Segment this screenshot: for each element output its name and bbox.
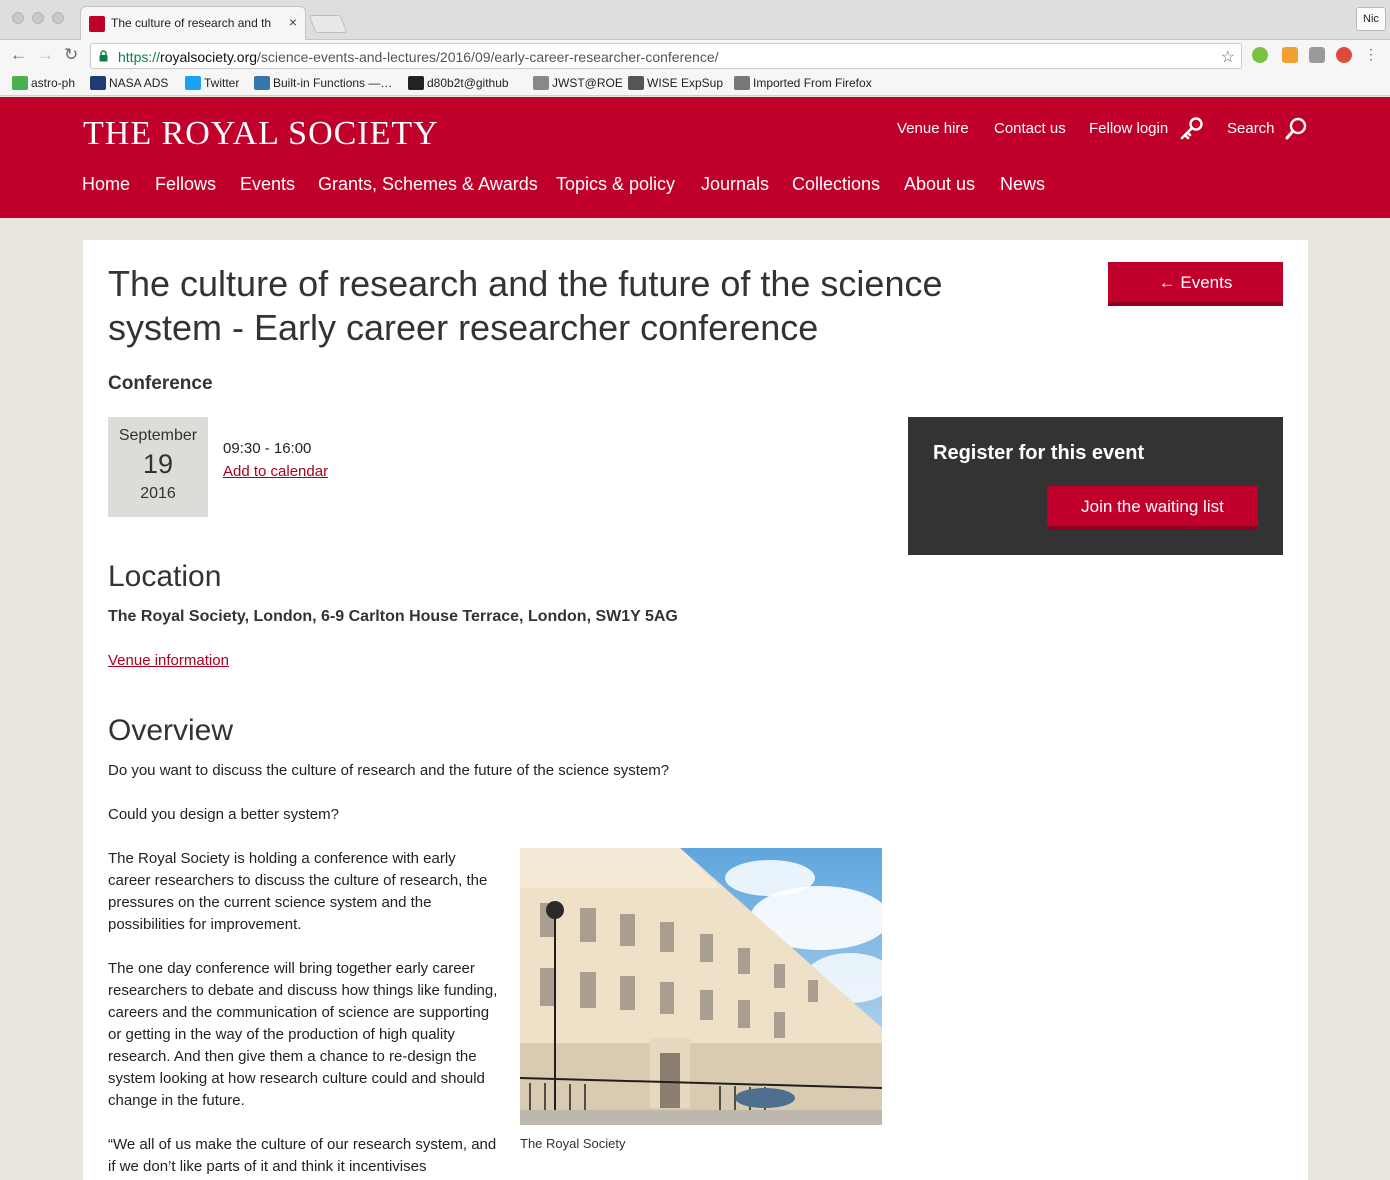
new-tab-button[interactable] (308, 15, 348, 33)
github-icon (408, 76, 424, 90)
nav-grants-schemes-awards[interactable]: Grants, Schemes & Awards (318, 174, 538, 195)
nav-journals[interactable]: Journals (701, 174, 769, 195)
page-title: The culture of research and the future o… (108, 263, 943, 348)
register-panel: Register for this event Join the waiting… (908, 417, 1283, 555)
ads-icon (90, 76, 106, 90)
url-scheme: https:// (118, 49, 161, 65)
back-to-events-button[interactable]: ← Events (1108, 262, 1283, 306)
extension-grey-icon[interactable] (1309, 47, 1325, 63)
image-caption: The Royal Society (520, 1136, 626, 1151)
bookmark-label: d80b2t@github (427, 76, 509, 90)
venue-hire-link[interactable]: Venue hire (897, 120, 969, 137)
bookmark-item[interactable]: astro-ph (12, 76, 75, 90)
venue-information-link[interactable]: Venue information (108, 652, 229, 669)
bookmark-item[interactable]: NASA ADS (90, 76, 168, 90)
event-content-card: The culture of research and the future o… (83, 240, 1308, 1180)
bookmark-label: astro-ph (31, 76, 76, 90)
date-month: September (118, 427, 198, 444)
overview-paragraph: “We all of us make the culture of our re… (108, 1136, 497, 1175)
browser-tab[interactable]: The culture of research and th × (80, 6, 306, 40)
browser-menu-icon[interactable]: ⋮ (1364, 47, 1378, 63)
nav-collections[interactable]: Collections (792, 174, 880, 195)
bookmarks-bar: astro-ph NASA ADS Twitter Built-in Function… (0, 72, 1390, 96)
url-text: https://royalsociety.org/science-events-… (118, 49, 719, 65)
nav-fellows[interactable]: Fellows (155, 174, 216, 195)
search-icon[interactable] (1284, 116, 1308, 142)
nav-news[interactable]: News (1000, 174, 1045, 195)
url-path: /science-events-and-lectures/2016/09/ear… (257, 49, 719, 65)
bookmark-item[interactable]: Twitter (185, 76, 239, 90)
overview-paragraph: The one day conference will bring togeth… (108, 960, 498, 1109)
overview-paragraph: The Royal Society is holding a conferenc… (108, 850, 488, 933)
nav-topics-policy[interactable]: Topics & policy (556, 174, 675, 195)
profile-button[interactable]: Nic (1356, 7, 1386, 31)
join-waiting-list-button[interactable]: Join the waiting list (1047, 486, 1258, 530)
python-icon (254, 76, 270, 90)
nav-events[interactable]: Events (240, 174, 295, 195)
event-date-box: September 19 2016 (108, 417, 208, 517)
wise-icon (628, 76, 644, 90)
folder-icon (734, 76, 750, 90)
bookmark-label: WISE ExpSup (647, 76, 724, 90)
tab-title: The culture of research and th (111, 16, 272, 30)
bookmark-star-icon[interactable]: ☆ (1221, 47, 1235, 67)
twitter-icon (185, 76, 201, 90)
bookmark-item[interactable]: d80b2t@github (408, 76, 509, 90)
overview-paragraph: Do you want to discuss the culture of re… (108, 762, 670, 779)
extension-green-icon[interactable] (1252, 47, 1268, 63)
bookmark-label: Twitter (204, 76, 240, 90)
register-title: Register for this event (933, 442, 1145, 464)
back-arrow-icon[interactable]: ← (10, 45, 27, 65)
tab-close-icon[interactable]: × (289, 14, 297, 30)
location-heading: Location (108, 560, 222, 593)
date-day: 19 (142, 449, 174, 479)
window-zoom-button[interactable] (52, 12, 64, 24)
overview-heading: Overview (108, 714, 234, 747)
date-year: 2016 (140, 485, 176, 502)
nav-about-us[interactable]: About us (904, 174, 975, 195)
url-host: royalsociety.org (160, 49, 258, 65)
bookmark-item[interactable]: Imported From Firefox (734, 76, 872, 90)
bookmark-label: Imported From Firefox (753, 76, 872, 90)
browser-toolbar: ← → ↻ https://royalsociety.org/science-e… (0, 40, 1390, 72)
venue-address: The Royal Society, London, 6-9 Carlton H… (108, 608, 678, 625)
bookmark-item[interactable]: WISE ExpSup (628, 76, 723, 90)
bookmark-label: Built-in Functions —… (273, 76, 393, 90)
browser-tab-strip: The culture of research and th × Nic (0, 0, 1390, 40)
site-header: THE ROYAL SOCIETY Venue hire Contact us … (0, 97, 1390, 218)
event-type-label: Conference (108, 373, 213, 394)
royal-society-building-photo (520, 848, 882, 1125)
forward-arrow-icon[interactable]: → (37, 45, 54, 65)
royal-society-favicon-icon (89, 16, 105, 32)
search-link[interactable]: Search (1227, 120, 1275, 137)
extension-red-icon[interactable] (1336, 47, 1352, 63)
contact-us-link[interactable]: Contact us (994, 120, 1066, 137)
fellow-login-link[interactable]: Fellow login (1089, 120, 1168, 137)
add-to-calendar-link[interactable]: Add to calendar (223, 463, 328, 480)
window-close-button[interactable] (12, 12, 24, 24)
reload-icon[interactable]: ↻ (64, 45, 78, 65)
smiley-icon (12, 76, 28, 90)
page-icon (533, 76, 549, 90)
key-icon[interactable] (1178, 116, 1204, 142)
bookmark-item[interactable]: Built-in Functions —… (254, 76, 392, 90)
event-time: 09:30 - 16:00 (223, 440, 312, 457)
bookmark-label: JWST@ROE (552, 76, 623, 90)
window-minimize-button[interactable] (32, 12, 44, 24)
overview-paragraph: Could you design a better system? (108, 806, 339, 823)
lock-icon (99, 50, 108, 62)
nav-home[interactable]: Home (82, 174, 130, 195)
site-logo[interactable]: THE ROYAL SOCIETY (83, 115, 439, 153)
extension-off-icon[interactable] (1282, 47, 1298, 63)
address-bar[interactable]: https://royalsociety.org/science-events-… (90, 43, 1242, 69)
bookmark-item[interactable]: JWST@ROE (533, 76, 623, 90)
bookmark-label: NASA ADS (109, 76, 169, 90)
